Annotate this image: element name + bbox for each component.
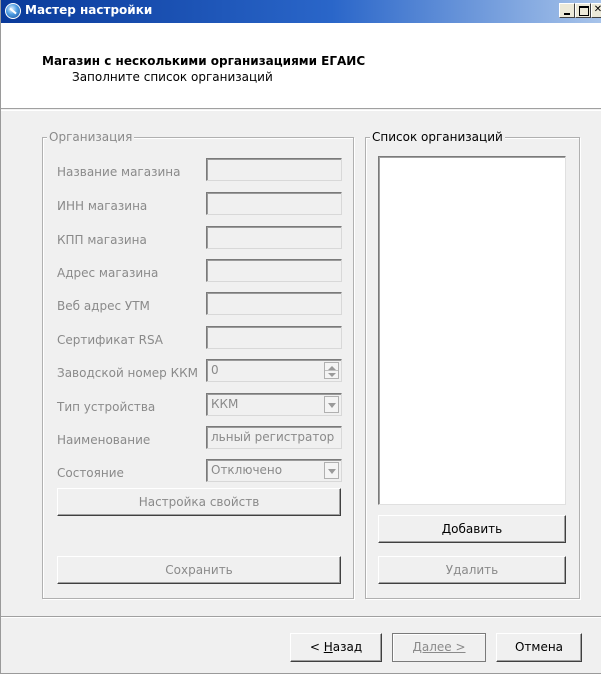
organization-listbox[interactable] bbox=[378, 156, 566, 505]
store-name-label: Название магазина bbox=[57, 165, 181, 179]
device-name-label: Наименование bbox=[57, 433, 151, 447]
store-kpp-field[interactable] bbox=[206, 226, 342, 249]
add-button[interactable]: Добавить bbox=[378, 515, 566, 543]
page-subtitle: Заполните список организаций bbox=[72, 70, 273, 84]
utm-url-field[interactable] bbox=[206, 292, 342, 315]
title-bar[interactable]: Мастер настройки ✕ bbox=[1, 0, 601, 23]
cancel-button[interactable]: Отмена bbox=[496, 633, 582, 662]
rsa-cert-label: Сертификат RSA bbox=[57, 333, 164, 347]
footer-divider-highlight bbox=[1, 617, 601, 618]
minimize-button[interactable] bbox=[559, 3, 575, 18]
store-inn-label: ИНН магазина bbox=[57, 199, 148, 213]
page-title: Магазин с несколькими организациями ЕГАИ… bbox=[42, 54, 366, 68]
header-panel: Магазин с несколькими организациями ЕГАИ… bbox=[1, 23, 601, 109]
save-button[interactable]: Сохранить bbox=[57, 556, 341, 584]
back-button-label: азад bbox=[332, 640, 363, 654]
organization-group-legend: Организация bbox=[47, 130, 135, 144]
store-kpp-label: КПП магазина bbox=[57, 233, 147, 247]
device-type-select[interactable]: ККМ bbox=[206, 393, 342, 416]
device-state-select[interactable]: Отключено bbox=[206, 459, 342, 482]
utm-url-label: Веб адрес УТМ bbox=[57, 299, 150, 313]
organization-list-legend: Список организаций bbox=[370, 130, 505, 144]
kkm-serial-value: 0 bbox=[211, 363, 219, 377]
wizard-window: Мастер настройки ✕ Магазин с несколькими… bbox=[0, 0, 601, 674]
back-button-prefix: < bbox=[309, 640, 324, 654]
kkm-serial-label: Заводской номер ККМ bbox=[57, 366, 199, 380]
close-button[interactable]: ✕ bbox=[591, 3, 601, 18]
chevron-down-icon[interactable] bbox=[324, 396, 339, 413]
device-state-label: Состояние bbox=[57, 466, 124, 480]
back-button-mnemonic: Н bbox=[323, 640, 333, 654]
maximize-button[interactable] bbox=[575, 3, 591, 18]
device-name-field[interactable]: льный регистратор bbox=[206, 426, 342, 449]
properties-button[interactable]: Настройка свойств bbox=[57, 488, 341, 516]
store-inn-field[interactable] bbox=[206, 192, 342, 215]
store-address-field[interactable] bbox=[206, 259, 342, 282]
chevron-down-icon[interactable] bbox=[324, 462, 339, 479]
header-divider bbox=[1, 110, 601, 111]
back-button[interactable]: < Назад bbox=[290, 633, 382, 662]
window-title: Мастер настройки bbox=[25, 3, 153, 17]
store-address-label: Адрес магазина bbox=[57, 266, 159, 280]
spin-arrows-icon[interactable] bbox=[324, 362, 339, 379]
device-type-value: ККМ bbox=[211, 397, 239, 411]
next-button[interactable]: Далее > bbox=[392, 633, 486, 662]
kkm-serial-stepper[interactable]: 0 bbox=[206, 359, 342, 382]
device-state-value: Отключено bbox=[211, 463, 283, 477]
delete-button[interactable]: Удалить bbox=[378, 556, 566, 584]
rsa-cert-field[interactable] bbox=[206, 326, 342, 349]
store-name-field[interactable] bbox=[206, 158, 342, 181]
next-button-label: Далее > bbox=[412, 640, 466, 654]
device-type-label: Тип устройства bbox=[57, 400, 156, 414]
app-icon bbox=[5, 3, 21, 19]
